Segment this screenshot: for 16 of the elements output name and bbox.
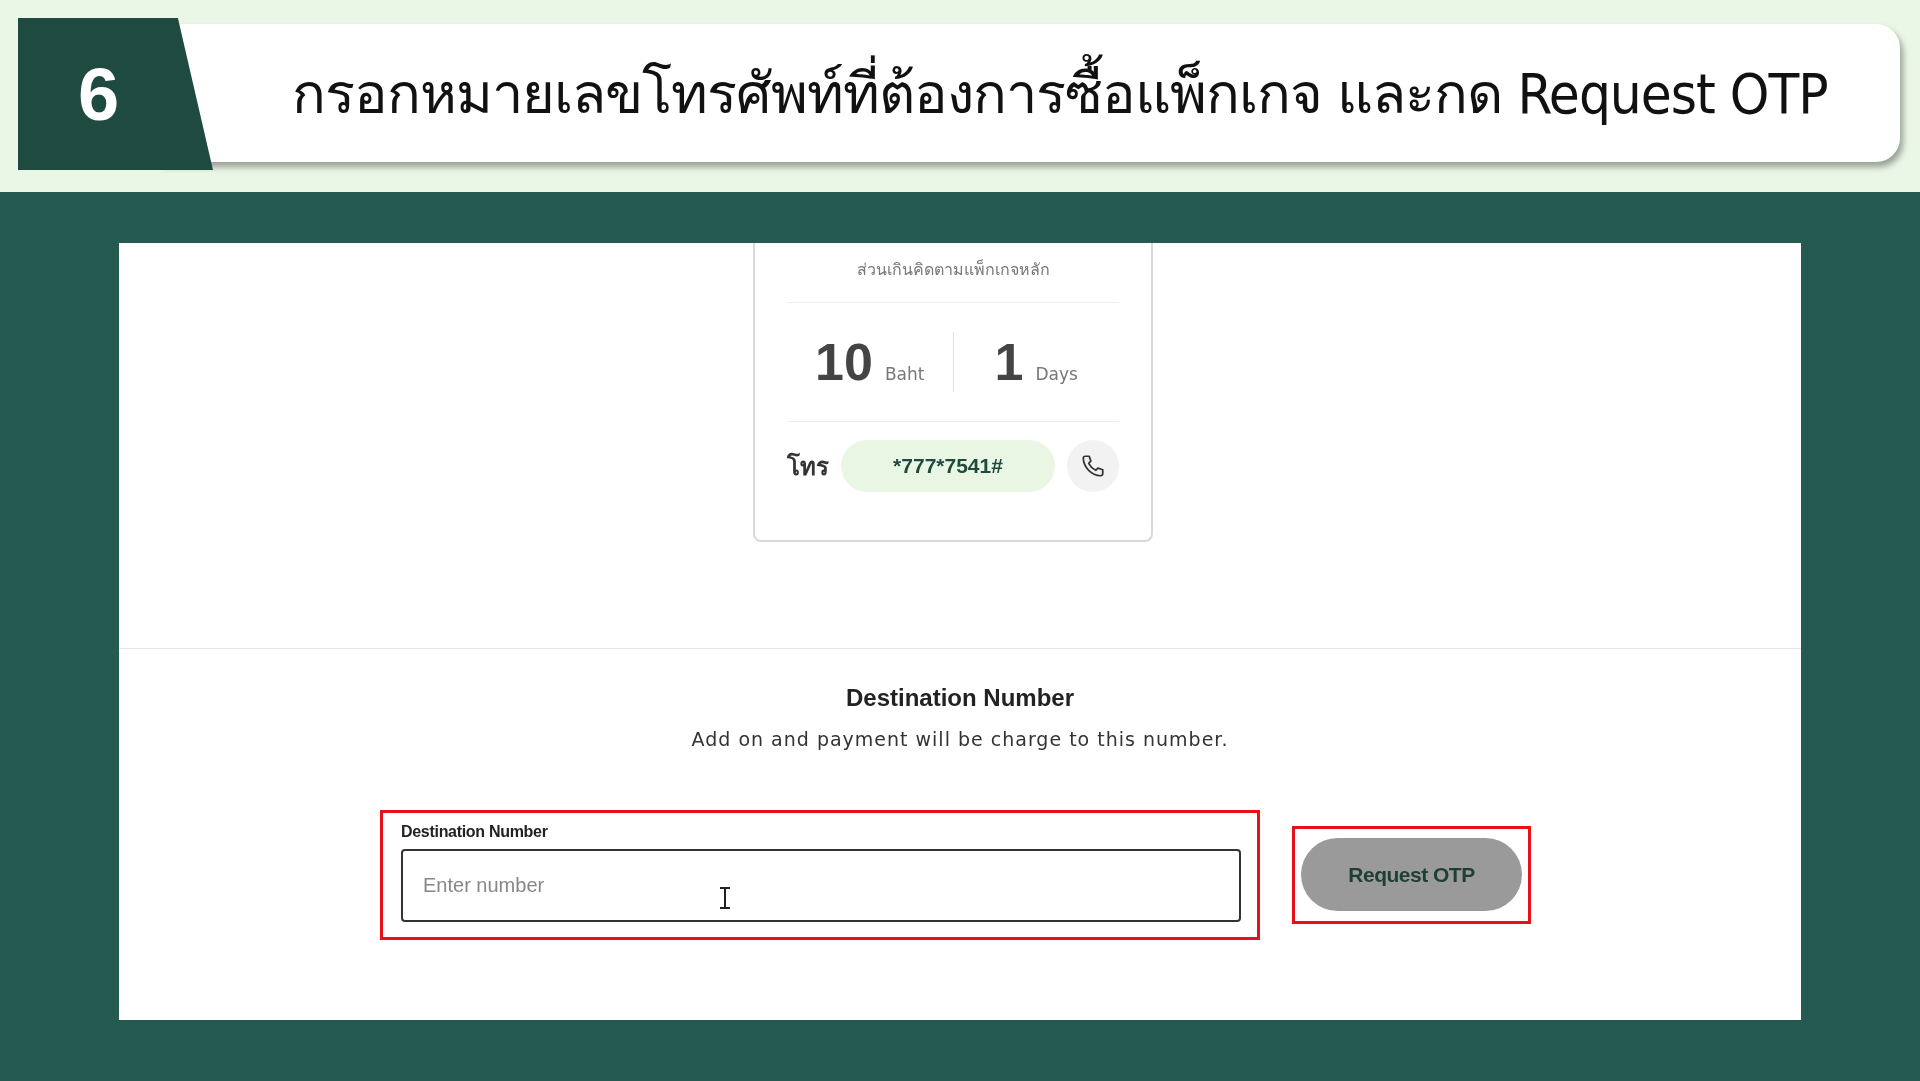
section-heading: Destination Number bbox=[846, 684, 1074, 712]
stat-value: 10 bbox=[815, 332, 873, 392]
request-otp-button[interactable]: Request OTP bbox=[1301, 838, 1522, 911]
step-title: กรอกหมายเลขโทรศัพท์ที่ต้องการซื้อแพ็กเกจ และกด Request OTP bbox=[292, 48, 1828, 138]
stat-unit: Days bbox=[1035, 364, 1078, 384]
number-input-field[interactable]: Enter number bbox=[401, 849, 1241, 922]
stat-value: 1 bbox=[994, 332, 1024, 392]
stat-unit: Baht bbox=[884, 364, 925, 384]
call-label: โทร bbox=[787, 451, 829, 483]
step-number: 6 bbox=[18, 18, 213, 170]
dial-code[interactable]: *777*7541# bbox=[841, 440, 1055, 492]
field-label: Destination Number bbox=[401, 823, 549, 841]
phone-icon[interactable] bbox=[1067, 440, 1119, 492]
text-cursor-icon bbox=[719, 887, 731, 909]
section-description: Add on and payment will be charge to this number. bbox=[691, 728, 1229, 750]
card-note: ส่วนเกินคิดตามแพ็กเกจหลัก bbox=[787, 243, 1119, 303]
